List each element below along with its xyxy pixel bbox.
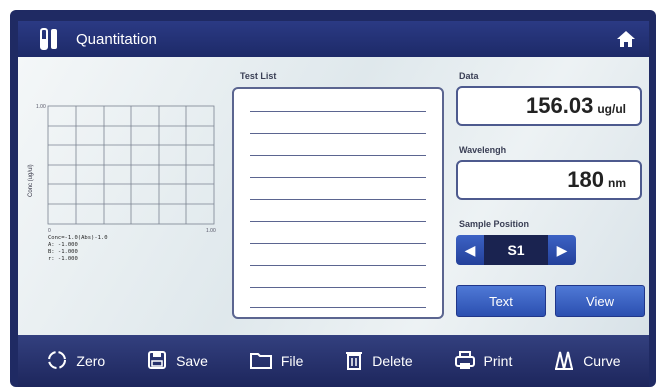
data-value: 156.03 xyxy=(526,93,594,118)
wavelength-field[interactable]: 180 nm xyxy=(456,160,642,200)
equation-line: A: -1.000 xyxy=(48,242,78,248)
previous-arrow-icon[interactable]: ◀ xyxy=(456,235,484,265)
zero-icon xyxy=(46,349,76,374)
file-label: File xyxy=(280,353,304,369)
home-icon[interactable] xyxy=(615,29,637,49)
window-title: Quantitation xyxy=(76,30,157,48)
save-label: Save xyxy=(176,353,208,369)
curve-button[interactable]: Curve xyxy=(553,349,621,374)
test-list-label: Test List xyxy=(240,71,277,81)
data-field: 156.03 ug/ul xyxy=(456,86,642,126)
data-label: Data xyxy=(459,71,479,81)
wavelength-unit: nm xyxy=(608,176,626,190)
list-row-line xyxy=(250,177,426,178)
curve-icon xyxy=(553,349,583,374)
view-button[interactable]: View xyxy=(555,285,645,317)
chart-grid xyxy=(47,105,215,225)
tubes-icon xyxy=(38,24,68,54)
trash-icon xyxy=(344,349,372,374)
equation-line: r: -1.000 xyxy=(48,256,78,262)
text-button[interactable]: Text xyxy=(456,285,546,317)
list-row-line xyxy=(250,265,426,266)
next-arrow-icon[interactable]: ▶ xyxy=(548,235,576,265)
main-panel: Conc (ug/ul) 1.00 0 1.00 Conc=-1.0(Abs)-… xyxy=(18,57,649,335)
list-row-line xyxy=(250,199,426,200)
printer-icon xyxy=(454,349,484,374)
data-unit: ug/ul xyxy=(597,102,626,116)
sample-position-stepper: ◀ S1 ▶ xyxy=(456,235,576,265)
curve-label: Curve xyxy=(583,353,621,369)
list-row-line xyxy=(250,155,426,156)
delete-button[interactable]: Delete xyxy=(344,349,413,374)
zero-label: Zero xyxy=(76,353,106,369)
zero-button[interactable]: Zero xyxy=(46,349,105,374)
sample-position-value: S1 xyxy=(484,235,548,265)
save-button[interactable]: Save xyxy=(146,349,208,374)
list-row-line xyxy=(250,243,426,244)
print-button[interactable]: Print xyxy=(454,349,513,374)
delete-label: Delete xyxy=(372,353,413,369)
bottom-toolbar: Zero Save File Delete Print Curve xyxy=(18,335,649,387)
list-row-line xyxy=(250,133,426,134)
file-button[interactable]: File xyxy=(249,349,304,374)
list-row-line xyxy=(250,111,426,112)
list-row-line xyxy=(250,287,426,288)
equation-line: B: -1.000 xyxy=(48,249,78,255)
save-icon xyxy=(146,349,176,374)
equation-line: Conc=-1.0(Abs)-1.0 xyxy=(48,235,108,241)
print-label: Print xyxy=(483,353,513,369)
sample-position-label: Sample Position xyxy=(459,219,530,229)
wavelength-value: 180 xyxy=(567,167,604,192)
test-list[interactable] xyxy=(232,87,444,319)
list-row-line xyxy=(250,221,426,222)
regression-equation: Conc=-1.0(Abs)-1.0 A: -1.000 B: -1.000 r… xyxy=(48,235,108,263)
list-row-line xyxy=(250,307,426,308)
wavelength-label: Wavelengh xyxy=(459,145,507,155)
folder-icon xyxy=(249,349,281,374)
title-bar: Quantitation xyxy=(18,21,649,57)
